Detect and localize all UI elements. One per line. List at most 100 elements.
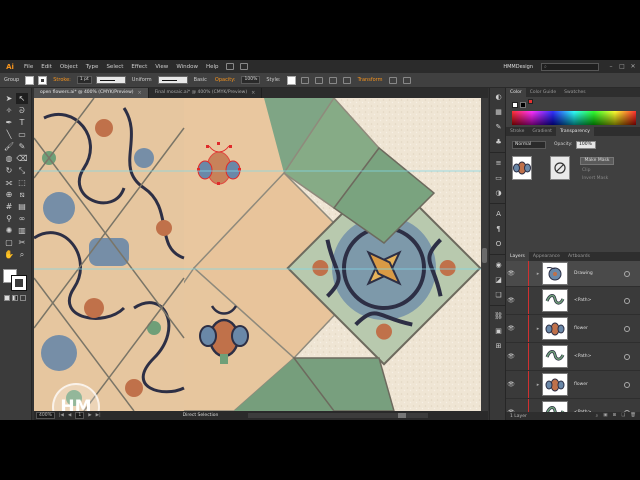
maximize-button[interactable]: □ [618,63,626,71]
black-swatch[interactable] [520,102,526,108]
character-panel-icon[interactable]: A [491,208,506,220]
slice-tool-icon[interactable]: ✂ [16,237,28,248]
doc-tab-open-flowers[interactable]: open flowers.ai* @ 400% (CMYK/Preview) × [34,88,149,98]
fill-stroke-widget[interactable] [3,269,29,291]
menu-effect[interactable]: Effect [127,64,151,70]
disclosure-triangle-icon[interactable]: ▸ [534,271,542,277]
layer-name[interactable]: Drawing [574,271,624,276]
stroke-swatch[interactable] [38,75,48,85]
layer-row[interactable]: 👁 ▸ Drawing [506,261,640,287]
fill-swatch[interactable] [25,75,35,85]
white-swatch[interactable] [512,102,518,108]
width-tool-icon[interactable]: ⟗ [3,177,15,188]
variable-width-profile[interactable] [95,76,126,84]
perspective-grid-icon[interactable]: ⧅ [16,189,28,200]
artboard-tool-icon[interactable]: ▢ [3,237,15,248]
blend-mode-select[interactable]: Normal [512,141,546,149]
close-button[interactable]: ✕ [629,63,637,71]
graphic-styles-panel-icon[interactable]: ◪ [491,274,506,286]
align-icon[interactable] [328,76,337,84]
opentype-panel-icon[interactable]: O [491,238,506,250]
scroll-thumb[interactable] [482,248,487,263]
paintbrush-icon[interactable]: 🖌 [3,141,15,152]
panel-menu-icon[interactable] [403,76,412,84]
close-icon[interactable]: × [138,88,142,98]
target-circle-icon[interactable] [624,270,630,277]
prev-artboard-icon[interactable]: ◀ [68,413,71,418]
selection-tool-icon[interactable]: ➤ [3,93,15,104]
transparency-panel-icon[interactable]: ◑ [491,187,506,199]
artboards-panel-icon[interactable]: ▣ [491,325,506,337]
visibility-eye-icon[interactable]: 👁 [506,325,516,332]
menu-type[interactable]: Type [82,64,103,70]
blend-tool-icon[interactable]: ∞ [16,213,28,224]
layer-row[interactable]: 👁 <Path> [506,343,640,371]
invert-mask-checkbox[interactable]: Invert Mask [582,176,608,181]
eyedropper-icon[interactable]: ⚲ [3,213,15,224]
minimize-button[interactable]: – [607,63,615,71]
target-circle-icon[interactable] [624,353,630,360]
clipping-mask-icon[interactable]: ▣ [603,413,607,419]
pen-tool-icon[interactable]: ✒ [3,117,15,128]
last-artboard-icon[interactable]: ▶| [96,413,101,418]
type-tool-icon[interactable]: T [16,117,28,128]
shape-builder-icon[interactable]: ⊕ [3,189,15,200]
visibility-eye-icon[interactable]: 👁 [506,381,516,388]
vertical-scrollbar[interactable] [481,98,488,411]
paragraph-panel-icon[interactable]: ¶ [491,223,506,235]
gradient-mode-icon[interactable] [12,295,18,301]
help-search-input[interactable]: ⌕ [541,62,599,71]
brushes-panel-icon[interactable]: ✎ [491,121,506,133]
eraser-icon[interactable]: ⌫ [16,153,28,164]
make-mask-button[interactable]: Make Mask [580,157,614,165]
object-thumbnail[interactable] [512,156,532,180]
hand-tool-icon[interactable]: ✋ [3,249,15,260]
blob-brush-icon[interactable]: ◍ [3,153,15,164]
stroke-weight-field[interactable]: 1 pt [76,76,92,84]
tab-stroke[interactable]: Stroke [506,127,528,136]
stroke-panel-icon[interactable]: ≡ [491,157,506,169]
new-sublayer-icon[interactable]: ⊞ [612,413,616,419]
horizontal-scrollbar[interactable] [248,413,429,418]
layer-name[interactable]: <Path> [574,354,624,359]
trash-icon[interactable]: 🗑 [630,413,636,419]
appearance-panel-icon[interactable]: ◉ [491,259,506,271]
pencil-icon[interactable]: ✎ [16,141,28,152]
layer-name[interactable]: flower [574,382,624,387]
rectangle-tool-icon[interactable]: ▭ [16,129,28,140]
zoom-field[interactable]: 400% [36,412,55,419]
direct-selection-tool-icon[interactable]: ↖ [16,93,28,104]
color-panel-icon[interactable]: ◐ [491,91,506,103]
layer-row[interactable]: 👁 ▸ flower [506,315,640,343]
tab-gradient[interactable]: Gradient [528,127,556,136]
scroll-thumb[interactable] [398,413,407,418]
layer-name[interactable]: flower [574,326,624,331]
next-artboard-icon[interactable]: ▶ [88,413,91,418]
swatches-panel-icon[interactable]: ▦ [491,106,506,118]
isolate-icon[interactable] [389,76,398,84]
target-circle-icon[interactable] [624,381,630,388]
tab-artboards[interactable]: Artboards [564,252,594,261]
new-layer-icon[interactable]: ❏ [621,413,625,419]
tab-layers[interactable]: Layers [506,252,529,261]
tab-appearance[interactable]: Appearance [529,252,564,261]
color-spectrum[interactable] [512,111,636,125]
tab-swatches[interactable]: Swatches [560,88,590,97]
target-circle-icon[interactable] [624,325,630,332]
bridge-icon[interactable] [225,63,234,70]
locate-object-icon[interactable]: ⌕ [596,413,599,419]
mesh-tool-icon[interactable]: # [3,201,15,212]
opacity-field[interactable]: 100% [241,76,261,84]
symbols-panel-icon[interactable]: ♣ [491,136,506,148]
preferences-icon[interactable] [314,76,323,84]
tab-color[interactable]: Color [506,88,526,97]
menu-help[interactable]: Help [202,64,223,70]
first-artboard-icon[interactable]: |◀ [59,413,64,418]
disclosure-triangle-icon[interactable]: ▸ [534,326,542,332]
layer-name[interactable]: <Path> [574,298,624,303]
mask-thumbnail[interactable] [550,156,570,180]
layer-row[interactable]: 👁 ▸ flower [506,371,640,399]
free-transform-icon[interactable]: ⬚ [16,177,28,188]
recolor-artwork-icon[interactable] [342,76,351,84]
visibility-eye-icon[interactable]: 👁 [506,297,516,304]
